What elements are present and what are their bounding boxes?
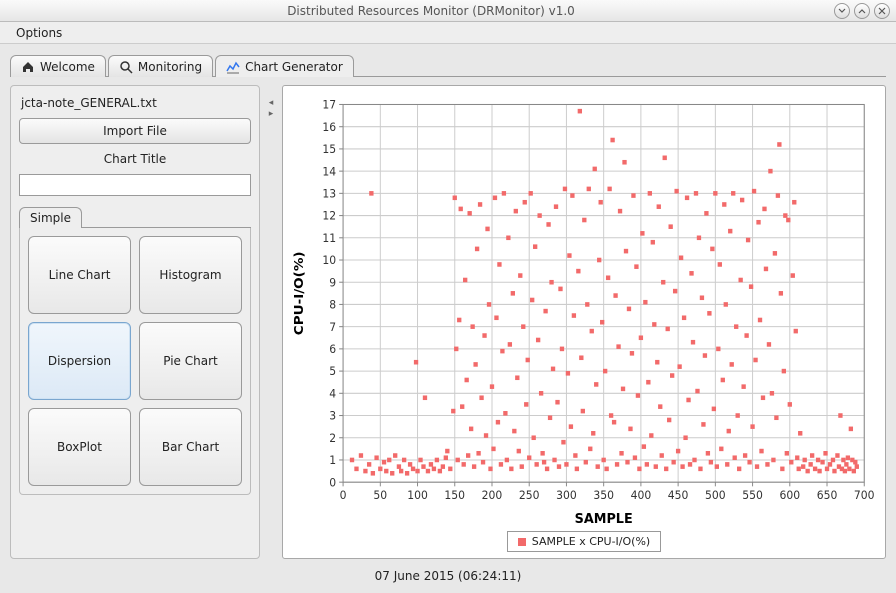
tab-chart-generator-label: Chart Generator — [245, 60, 343, 74]
svg-text:350: 350 — [593, 489, 614, 502]
svg-text:3: 3 — [329, 409, 336, 422]
y-axis-label: CPU-I/O(%) — [292, 251, 307, 335]
collapse-left-icon[interactable]: ◂ — [269, 99, 274, 108]
svg-text:200: 200 — [482, 489, 503, 502]
type-boxplot-button[interactable]: BoxPlot — [28, 408, 131, 486]
controls-panel: jcta-note_GENERAL.txt Import File Chart … — [10, 85, 260, 559]
main-tabstrip: Welcome Monitoring Chart Generator — [10, 54, 886, 77]
tab-welcome-label: Welcome — [40, 60, 95, 74]
chart-panel: 0123456789101112131415161705010015020025… — [282, 85, 886, 559]
svg-text:0: 0 — [340, 489, 347, 502]
svg-text:15: 15 — [322, 143, 336, 156]
svg-text:6: 6 — [329, 343, 336, 356]
menubar: Options — [0, 22, 896, 44]
type-histogram-button[interactable]: Histogram — [139, 236, 242, 314]
loaded-filename: jcta-note_GENERAL.txt — [19, 94, 251, 112]
type-bar-chart-button[interactable]: Bar Chart — [139, 408, 242, 486]
svg-text:0: 0 — [329, 476, 336, 489]
scatter-points — [350, 109, 859, 476]
svg-text:50: 50 — [373, 489, 387, 502]
svg-text:9: 9 — [329, 276, 336, 289]
status-timestamp: 07 June 2015 (06:24:11) — [375, 569, 522, 583]
minimize-button[interactable] — [834, 3, 850, 19]
svg-text:8: 8 — [329, 298, 336, 311]
svg-text:500: 500 — [705, 489, 726, 502]
svg-text:5: 5 — [329, 365, 336, 378]
svg-text:1: 1 — [329, 454, 336, 467]
svg-text:7: 7 — [329, 321, 336, 334]
svg-text:700: 700 — [854, 489, 875, 502]
scatter-chart: 0123456789101112131415161705010015020025… — [289, 92, 879, 529]
tab-welcome[interactable]: Welcome — [10, 55, 106, 77]
svg-text:2: 2 — [329, 432, 336, 445]
menu-options[interactable]: Options — [8, 24, 70, 42]
chart-type-grid: Line Chart Histogram Dispersion Pie Char… — [19, 228, 251, 495]
import-file-label: Import File — [103, 124, 167, 138]
svg-text:650: 650 — [817, 489, 838, 502]
tab-chart-generator[interactable]: Chart Generator — [215, 55, 354, 77]
svg-text:10: 10 — [322, 254, 336, 267]
svg-text:17: 17 — [322, 98, 336, 111]
chart-legend: SAMPLE x CPU-I/O(%) — [507, 531, 661, 552]
svg-text:450: 450 — [668, 489, 689, 502]
home-icon — [21, 60, 35, 74]
type-dispersion-button[interactable]: Dispersion — [28, 322, 131, 400]
type-line-chart-button[interactable]: Line Chart — [28, 236, 131, 314]
svg-text:150: 150 — [444, 489, 465, 502]
legend-label: SAMPLE x CPU-I/O(%) — [532, 535, 650, 548]
svg-text:600: 600 — [779, 489, 800, 502]
chart-icon — [226, 60, 240, 74]
window-titlebar: Distributed Resources Monitor (DRMonitor… — [0, 0, 896, 22]
window-title: Distributed Resources Monitor (DRMonitor… — [28, 4, 834, 18]
type-pie-chart-button[interactable]: Pie Chart — [139, 322, 242, 400]
svg-text:13: 13 — [322, 187, 336, 200]
import-file-button[interactable]: Import File — [19, 118, 251, 144]
svg-text:550: 550 — [742, 489, 763, 502]
svg-text:12: 12 — [322, 209, 336, 222]
subtab-simple[interactable]: Simple — [19, 207, 82, 228]
maximize-button[interactable] — [854, 3, 870, 19]
x-axis-label: SAMPLE — [575, 511, 633, 526]
tab-monitoring-label: Monitoring — [138, 60, 202, 74]
svg-text:11: 11 — [322, 232, 336, 245]
svg-text:16: 16 — [322, 121, 336, 134]
status-bar: 07 June 2015 (06:24:11) — [0, 563, 896, 583]
svg-text:400: 400 — [631, 489, 652, 502]
legend-swatch-icon — [518, 538, 526, 546]
subtab-simple-label: Simple — [30, 211, 71, 225]
splitter-handle[interactable]: ◂ ▸ — [266, 85, 276, 559]
svg-text:250: 250 — [519, 489, 540, 502]
svg-text:4: 4 — [329, 387, 336, 400]
chart-title-input[interactable] — [19, 174, 251, 196]
svg-text:14: 14 — [322, 165, 336, 178]
close-button[interactable] — [874, 3, 890, 19]
chart-title-label: Chart Title — [19, 150, 251, 168]
magnify-icon — [119, 60, 133, 74]
svg-text:100: 100 — [407, 489, 428, 502]
expand-right-icon[interactable]: ▸ — [269, 110, 274, 119]
svg-text:300: 300 — [556, 489, 577, 502]
tab-monitoring[interactable]: Monitoring — [108, 55, 213, 77]
